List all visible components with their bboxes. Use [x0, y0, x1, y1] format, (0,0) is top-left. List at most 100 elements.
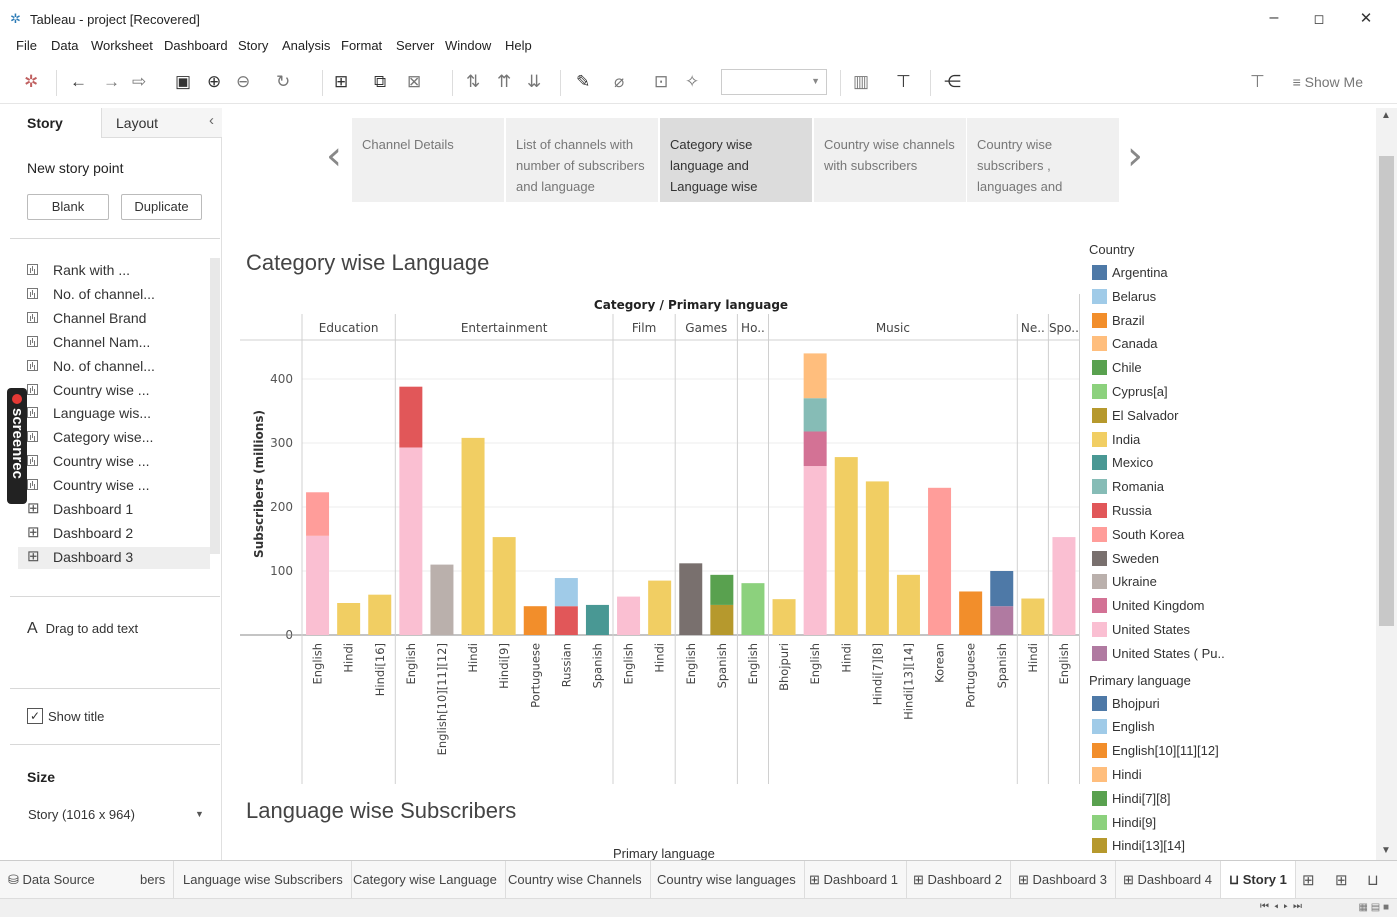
swap-icon[interactable]: ⇅ [466, 72, 480, 92]
sort-ascending-icon[interactable]: ⇈ [497, 72, 511, 92]
language-legend-item[interactable]: Hindi[7][8] [1089, 788, 1247, 812]
sheet-navigation-icons[interactable]: ⏮◂▸⏭ [1260, 901, 1307, 912]
sheet-list-scrollbar[interactable] [210, 258, 220, 554]
sheet-list-item[interactable]: Country wise ... [27, 475, 207, 497]
country-legend-item[interactable]: India [1089, 429, 1247, 453]
size-dropdown[interactable]: Story (1016 x 964) [28, 807, 135, 822]
chevron-down-icon[interactable]: ▼ [195, 809, 204, 819]
close-button[interactable]: ✕ [1354, 9, 1378, 27]
country-legend-item[interactable]: Romania [1089, 476, 1247, 500]
tab-dashboard-3[interactable]: ⊞ Dashboard 3 [1010, 861, 1116, 899]
story-scrollbar[interactable]: ▲ ▼ [1376, 108, 1397, 860]
sheet-list-item[interactable]: ⊞ Dashboard 3 [18, 546, 210, 569]
presentation-icon[interactable]: ⊤ [896, 72, 911, 92]
sheet-list-item[interactable]: ⊞Dashboard 4 [27, 571, 207, 572]
sheet-list-item[interactable]: Language wis... [27, 403, 207, 425]
language-legend-item[interactable]: Hindi[13][14] [1089, 835, 1247, 859]
sheet-list-item[interactable]: Channel Brand [27, 308, 207, 330]
tab-language-wise-subscribers[interactable]: Language wise Subscribers [175, 861, 352, 899]
show-cards-icon[interactable]: ▥ [853, 72, 869, 92]
blank-button[interactable]: Blank [27, 194, 109, 220]
menu-story[interactable]: Story [238, 38, 268, 53]
duplicate-sheet-icon[interactable]: ⧉ [374, 72, 386, 92]
drag-text-item[interactable]: A Drag to add text [27, 620, 138, 638]
highlight-icon[interactable]: ✎ [576, 72, 590, 92]
redo-icon[interactable]: ⇨ [132, 72, 146, 92]
view-mode-icons[interactable]: ▦ ▤ ■ [1359, 902, 1390, 913]
sheet-list-item[interactable]: Channel Nam... [27, 332, 207, 354]
show-me-button[interactable]: ≡ Show Me [1293, 74, 1363, 90]
menu-dashboard[interactable]: Dashboard [164, 38, 228, 53]
country-legend-item[interactable]: United States ( Pu.. [1089, 643, 1247, 667]
country-legend-item[interactable]: Belarus [1089, 286, 1247, 310]
previous-story-point-arrow[interactable]: ‹ [326, 136, 342, 176]
tab-dashboard-4[interactable]: ⊞ Dashboard 4 [1115, 861, 1221, 899]
menu-worksheet[interactable]: Worksheet [91, 38, 153, 53]
minimize-button[interactable]: – [1262, 9, 1286, 27]
sheet-list-item[interactable]: Country wise ... [27, 451, 207, 473]
sheet-list-item[interactable]: Rank with ... [27, 260, 207, 282]
tab-dashboard-2[interactable]: ⊞ Dashboard 2 [905, 861, 1011, 899]
tab-sheet-truncated[interactable]: bers [132, 861, 175, 899]
menu-file[interactable]: File [16, 38, 37, 53]
new-worksheet-tab-icon[interactable]: ⊞ [1302, 871, 1315, 889]
country-legend-item[interactable]: El Salvador [1089, 405, 1247, 429]
menu-analysis[interactable]: Analysis [282, 38, 330, 53]
sort-descending-icon[interactable]: ⇊ [527, 72, 541, 92]
country-legend-item[interactable]: Argentina [1089, 262, 1247, 286]
new-dashboard-tab-icon[interactable]: ⊞ [1335, 871, 1348, 889]
forward-icon[interactable]: → [103, 72, 120, 92]
menu-data[interactable]: Data [51, 38, 78, 53]
language-legend-item[interactable]: English [1089, 716, 1247, 740]
group-icon[interactable]: ⌀ [614, 72, 624, 92]
country-legend-item[interactable]: United Kingdom [1089, 595, 1247, 619]
restore-button[interactable]: ◻ [1307, 11, 1331, 27]
story-point-1[interactable]: Channel Details [352, 118, 504, 202]
save-icon[interactable]: ▣ [175, 72, 191, 92]
sheet-list-item[interactable]: No. of channel... [27, 284, 207, 306]
new-story-tab-icon[interactable]: ⊔ [1367, 871, 1379, 889]
language-legend-item[interactable]: Bhojpuri [1089, 693, 1247, 717]
tab-category-wise-language[interactable]: Category wise Language [345, 861, 506, 899]
tab-country-wise-languages[interactable]: Country wise languages [649, 861, 805, 899]
menu-format[interactable]: Format [341, 38, 382, 53]
sheet-list-item[interactable]: Category wise... [27, 427, 207, 449]
country-legend-item[interactable]: Chile [1089, 357, 1247, 381]
story-point-5[interactable]: Country wise subscribers , languages and [967, 118, 1119, 202]
country-legend-item[interactable]: Canada [1089, 333, 1247, 357]
tab-story[interactable]: Story [0, 108, 101, 138]
share-icon[interactable]: ⋲ [944, 72, 961, 92]
country-legend-item[interactable]: South Korea [1089, 524, 1247, 548]
tab-story-1[interactable]: ⊔ Story 1 [1221, 861, 1296, 899]
show-title-checkbox[interactable]: ✓ [27, 708, 43, 724]
tab-country-wise-channels[interactable]: Country wise Channels [500, 861, 651, 899]
screenrec-widget[interactable]: screenrec [7, 388, 27, 504]
fit-combo[interactable]: ▼ [721, 69, 827, 95]
country-legend-item[interactable]: Sweden [1089, 548, 1247, 572]
tab-dashboard-1[interactable]: ⊞ Dashboard 1 [801, 861, 907, 899]
sheet-list-item[interactable]: ⊞ Dashboard 2 [27, 523, 207, 545]
new-datasource-icon[interactable]: ⊕ [207, 72, 221, 92]
language-legend-item[interactable]: English[10][11][12] [1089, 740, 1247, 764]
tab-layout[interactable]: Layout ‹ [101, 108, 222, 138]
menu-help[interactable]: Help [505, 38, 532, 53]
country-legend-item[interactable]: United States [1089, 619, 1247, 643]
country-legend-item[interactable]: Ukraine [1089, 571, 1247, 595]
story-point-3[interactable]: Category wise language and Language wise [660, 118, 812, 202]
sheet-list-item[interactable]: ⊞ Dashboard 1 [27, 499, 207, 521]
labels-icon[interactable]: ⊡ [654, 72, 668, 92]
menu-window[interactable]: Window [445, 38, 491, 53]
story-point-2[interactable]: List of channels with number of subscrib… [506, 118, 658, 202]
scroll-thumb[interactable] [1379, 156, 1394, 626]
collapse-pane-icon[interactable]: ‹ [209, 112, 214, 129]
pause-icon[interactable]: ⊖ [236, 72, 250, 92]
scroll-up-icon[interactable]: ▲ [1381, 110, 1391, 121]
next-story-point-arrow[interactable]: › [1127, 136, 1143, 176]
pin-icon[interactable]: ✧ [685, 72, 699, 92]
country-legend-item[interactable]: Russia [1089, 500, 1247, 524]
country-legend-item[interactable]: Brazil [1089, 310, 1247, 334]
sheet-list-item[interactable]: No. of channel... [27, 356, 207, 378]
tableau-home-icon[interactable]: ✲ [24, 72, 38, 92]
country-legend-item[interactable]: Cyprus[a] [1089, 381, 1247, 405]
back-icon[interactable]: ← [70, 72, 87, 92]
